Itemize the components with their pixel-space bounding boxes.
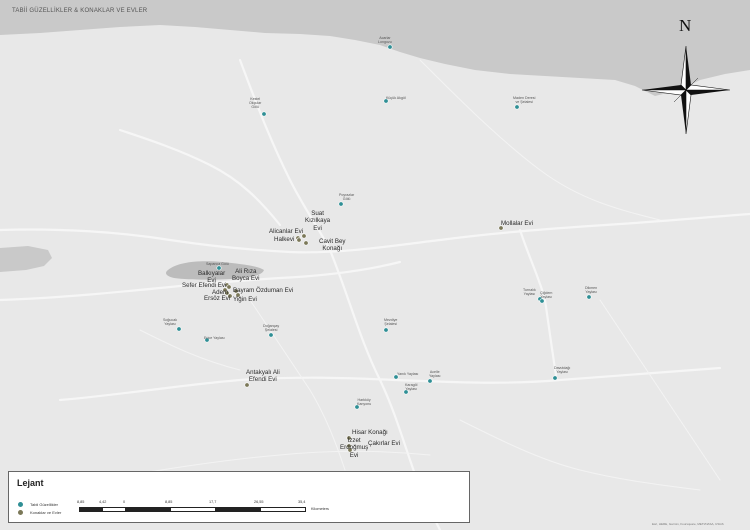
tabii-marker-poyrazlar-gölü[interactable] xyxy=(338,201,344,207)
tabii-label-maden-deresi-ve-şelalesi: Maden Deresi ve Şelalesi xyxy=(513,96,536,105)
konak-label-hisar-konağı: Hisar Konağı xyxy=(352,429,388,436)
tabii-marker-dikmen-yaylası[interactable] xyxy=(586,294,592,300)
konak-marker-cavit-bey-konağı[interactable] xyxy=(303,240,309,246)
scale-tick-6: 35,4 xyxy=(298,500,306,504)
tabii-label-kestel-okçular-gölü: Kestel Okçular Gölü xyxy=(249,97,262,110)
tabii-marker-kestel-okçular-gölü[interactable] xyxy=(261,111,267,117)
scale-unit-label: Kilometers xyxy=(311,507,329,511)
konak-marker-halkevi[interactable] xyxy=(296,237,302,243)
konak-label-ersöz-evi: Ersöz Evi xyxy=(204,295,231,302)
scale-segment-5 xyxy=(215,507,261,512)
konak-label-antakyalı-ali-efendi-evi: Antakyalı Ali Efendi Evi xyxy=(246,369,280,384)
legend-label-tabii: Tabii Güzellikler xyxy=(30,502,59,507)
tabii-label-karagöl-yaylası: Karagöl Yaylası xyxy=(405,383,418,392)
legend-label-konak: Konaklar ve Evler xyxy=(30,510,62,515)
konak-label-yiğin-evi: Yiğin Evi xyxy=(233,296,257,303)
scale-tick-2: 0 xyxy=(123,500,126,504)
teal-dot-icon xyxy=(17,501,24,508)
scale-tick-3: 8,85 xyxy=(165,500,173,504)
map-canvas[interactable]: TABİİ GÜZELLİKLER & KONAKLAR VE EVLER N … xyxy=(0,0,750,530)
tabii-label-dikmen-yaylası: Dikmen Yaylası xyxy=(585,286,598,295)
konak-label-suat-kızılkaya-evi: Suat Kızılkaya Evi xyxy=(305,210,331,232)
tabii-label-acelle-yaylası: Acelle Yaylası xyxy=(429,370,441,379)
tabii-marker-mezdiye-şelalesi[interactable] xyxy=(383,327,389,333)
legend-item-tabii: Tabii Güzellikler xyxy=(17,501,58,508)
konak-label-mollalar-evi: Mollalar Evi xyxy=(501,220,533,227)
legend-panel: Lejant Tabii Güzellikler Konaklar ve Evl… xyxy=(8,471,470,523)
tabii-label-erice-yaylası: Erice Yaylası xyxy=(204,336,225,340)
scale-tick-1: 4,42 xyxy=(99,500,107,504)
tabii-label-yanık-yaylası: Yanık Yaylası xyxy=(397,372,419,376)
tabii-label-doğançay-şelalesi: Doğançay Şelalesi xyxy=(263,324,280,333)
legend-title: Lejant xyxy=(17,478,44,488)
tabii-marker-acarlar-longozu[interactable] xyxy=(387,44,393,50)
tabii-marker-doğançay-şelalesi[interactable] xyxy=(268,332,274,338)
scale-segment-2 xyxy=(102,507,126,512)
scale-segment-3 xyxy=(125,507,171,512)
tabii-label-poyrazlar-gölü: Poyrazlar Gölü xyxy=(339,193,355,202)
olive-dot-icon xyxy=(17,509,24,516)
tabii-marker-davutdağı-yaylası[interactable] xyxy=(552,375,558,381)
tabii-label-sapanca-gölü: Sapanca Gölü xyxy=(206,262,229,266)
konak-label-cavit-bey-konağı: Cavit Bey Konağı xyxy=(319,238,346,253)
konak-label-i-zzet-erdoğmuş-evi: İzzet Erdoğmuş Evi xyxy=(340,437,369,459)
tabii-marker-çiğdem-yaylası[interactable] xyxy=(539,298,545,304)
tabii-label-acarlar-longozu: Acarlar Longozu xyxy=(378,36,392,45)
konak-label-ali-rıza-boyca-evi: Ali Rıza Boyca Evi xyxy=(232,268,260,283)
map-base-layer xyxy=(0,0,750,530)
konak-label-halkevi: Halkevi xyxy=(274,236,295,243)
tabii-label-davutdağı-yaylası: Davutdağı Yaylası xyxy=(554,366,571,375)
tabii-label-mezdiye-şelalesi: Mezdiye Şelalesi xyxy=(384,318,398,327)
konak-label-çakırlar-evi: Çakırlar Evi xyxy=(368,440,400,447)
compass-north-label: N xyxy=(679,16,692,35)
map-title: TABİİ GÜZELLİKLER & KONAKLAR VE EVLER xyxy=(12,8,148,14)
tabii-label-turnalık-yaylası: Turnalık Yaylası xyxy=(523,288,536,297)
konak-label-bayram-özduman-evi: Bayram Özduman Evi xyxy=(233,287,294,294)
map-credit: Esri, HERE, Garmin, Foursquare, METI/NAS… xyxy=(652,522,724,526)
scale-tick-0: 8,85 xyxy=(77,500,85,504)
tabii-label-soğucak-yaylası: Soğucak Yaylası xyxy=(163,318,177,327)
scale-tick-4: 17,7 xyxy=(209,500,217,504)
scale-segment-4 xyxy=(170,507,216,512)
tabii-label-harkköy-kanyonu: Harkköy Kanyonu xyxy=(357,398,372,407)
tabii-label-küçük-akgöl: Küçük Akgöl xyxy=(386,96,406,100)
legend-item-konak: Konaklar ve Evler xyxy=(17,509,61,516)
konak-label-alicanlar-evi: Alicanlar Evi xyxy=(269,228,304,235)
scale-tick-5: 26,55 xyxy=(254,500,264,504)
tabii-label-çiğdem-yaylası: Çiğdem Yaylası xyxy=(540,291,553,300)
scale-segment-6 xyxy=(260,507,306,512)
tabii-marker-soğucak-yaylası[interactable] xyxy=(176,326,182,332)
scale-segment-1 xyxy=(79,507,103,512)
tabii-marker-acelle-yaylası[interactable] xyxy=(427,378,433,384)
tabii-marker-maden-deresi-ve-şelalesi[interactable] xyxy=(514,104,520,110)
